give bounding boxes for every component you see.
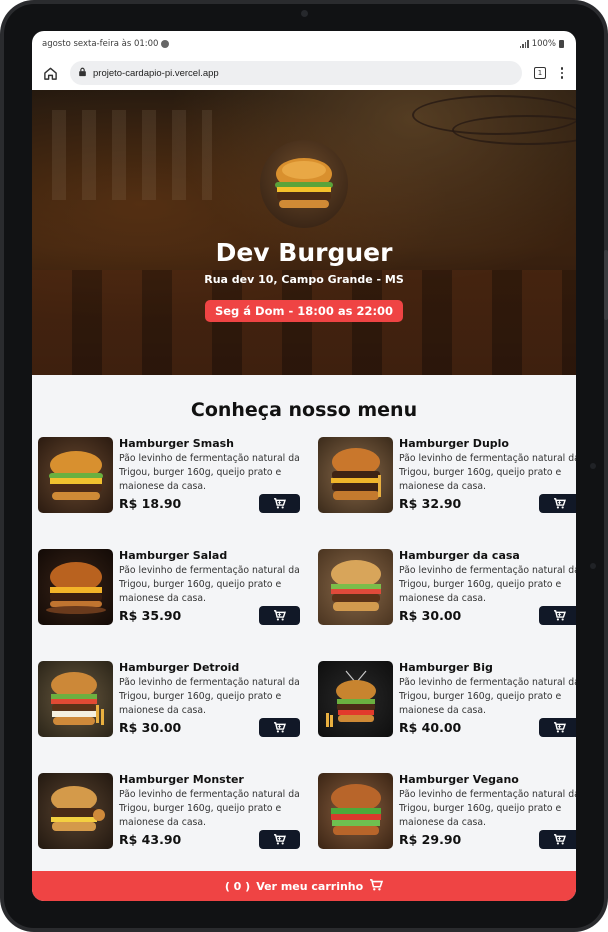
item-description: Pão levinho de fermentação natural da Tr… (399, 677, 576, 716)
battery-percent: 100% (531, 38, 556, 49)
item-price: R$ 35.90 (119, 608, 182, 623)
menu-item: Hamburger Vegano Pão levinho de fermenta… (318, 773, 576, 849)
screen: agosto sexta-feira às 01:00 100% projeto… (32, 31, 576, 901)
item-price: R$ 30.00 (399, 608, 462, 623)
item-price: R$ 30.00 (119, 720, 182, 735)
burger-image (38, 549, 113, 625)
tab-count: 1 (537, 69, 543, 77)
tabs-icon[interactable]: 1 (534, 67, 546, 79)
item-description: Pão levinho de fermentação natural da Tr… (119, 453, 300, 492)
menu-item: Hamburger Monster Pão levinho de ferment… (38, 773, 300, 849)
front-camera (301, 10, 308, 17)
browser-toolbar: projeto-cardapio-pi.vercel.app 1 (32, 56, 576, 90)
sensor-dot (590, 563, 596, 569)
item-description: Pão levinho de fermentação natural da Tr… (119, 677, 300, 716)
item-name: Hamburger Detroid (119, 661, 240, 674)
menu-heading: Conheça nosso menu (190, 399, 418, 421)
lock-icon (78, 67, 87, 80)
menu-section: Conheça nosso menu Hamburger Smash Pão l… (32, 375, 576, 871)
kebab-menu-icon[interactable] (558, 67, 566, 79)
add-to-cart-button[interactable] (539, 494, 576, 513)
menu-item: Hamburger Duplo Pão levinho de fermentaç… (318, 437, 576, 513)
add-to-cart-button[interactable] (259, 718, 300, 737)
add-to-cart-button[interactable] (539, 718, 576, 737)
restaurant-address: Rua dev 10, Campo Grande - MS (204, 273, 404, 286)
volume-button (604, 250, 608, 320)
menu-item: Hamburger Smash Pão levinho de fermentaç… (38, 437, 300, 513)
notification-icon (161, 39, 170, 48)
cart-icon (553, 606, 566, 625)
item-name: Hamburger Salad (119, 549, 228, 562)
burger-image (38, 437, 113, 513)
sensor-dot (590, 463, 596, 469)
home-icon[interactable] (42, 65, 58, 81)
cart-icon (553, 830, 566, 849)
item-description: Pão levinho de fermentação natural da Tr… (119, 789, 300, 828)
cart-icon (273, 606, 286, 625)
item-description: Pão levinho de fermentação natural da Tr… (119, 565, 300, 604)
item-description: Pão levinho de fermentação natural da Tr… (399, 565, 576, 604)
address-bar[interactable]: projeto-cardapio-pi.vercel.app (70, 61, 522, 85)
burger-image (38, 773, 113, 849)
item-price: R$ 32.90 (399, 496, 462, 511)
item-description: Pão levinho de fermentação natural da Tr… (399, 453, 576, 492)
add-to-cart-button[interactable] (539, 830, 576, 849)
cart-icon (369, 878, 384, 894)
signal-icon (519, 39, 529, 48)
restaurant-logo (260, 140, 348, 228)
menu-grid: Hamburger Smash Pão levinho de fermentaç… (32, 437, 576, 849)
burger-image (318, 773, 393, 849)
view-cart-label: Ver meu carrinho (256, 879, 364, 893)
add-to-cart-button[interactable] (539, 606, 576, 625)
cart-icon (553, 718, 566, 737)
menu-item: Hamburger Salad Pão levinho de fermentaç… (38, 549, 300, 625)
tablet-frame: agosto sexta-feira às 01:00 100% projeto… (0, 0, 608, 932)
item-price: R$ 40.00 (399, 720, 462, 735)
opening-hours-badge: Seg á Dom - 18:00 as 22:00 (204, 300, 404, 322)
hero-banner: Dev Burguer Rua dev 10, Campo Grande - M… (32, 90, 576, 375)
burger-image (318, 437, 393, 513)
menu-item: Hamburger da casa Pão levinho de ferment… (318, 549, 576, 625)
cart-icon (553, 494, 566, 513)
restaurant-name: Dev Burguer (215, 238, 393, 267)
burger-image (318, 549, 393, 625)
item-name: Hamburger Monster (119, 773, 244, 786)
item-price: R$ 43.90 (119, 832, 182, 847)
add-to-cart-button[interactable] (259, 830, 300, 849)
menu-item: Hamburger Big Pão levinho de fermentação… (318, 661, 576, 737)
url-text: projeto-cardapio-pi.vercel.app (93, 67, 219, 79)
battery-icon (559, 39, 564, 48)
item-name: Hamburger Vegano (399, 773, 519, 786)
cart-icon (273, 494, 286, 513)
menu-item: Hamburger Detroid Pão levinho de ferment… (38, 661, 300, 737)
view-cart-button[interactable]: ( 0 ) Ver meu carrinho (32, 871, 576, 901)
item-price: R$ 29.90 (399, 832, 462, 847)
burger-image (318, 661, 393, 737)
item-price: R$ 18.90 (119, 496, 182, 511)
status-bar: agosto sexta-feira às 01:00 100% (32, 31, 576, 56)
add-to-cart-button[interactable] (259, 606, 300, 625)
item-name: Hamburger Smash (119, 437, 234, 450)
cart-count: ( 0 ) (224, 879, 251, 893)
cart-icon (273, 718, 286, 737)
add-to-cart-button[interactable] (259, 494, 300, 513)
item-name: Hamburger Big (399, 661, 493, 674)
status-time: agosto sexta-feira às 01:00 (42, 38, 159, 49)
item-name: Hamburger Duplo (399, 437, 509, 450)
item-name: Hamburger da casa (399, 549, 520, 562)
burger-image (38, 661, 113, 737)
item-description: Pão levinho de fermentação natural da Tr… (399, 789, 576, 828)
cart-icon (273, 830, 286, 849)
